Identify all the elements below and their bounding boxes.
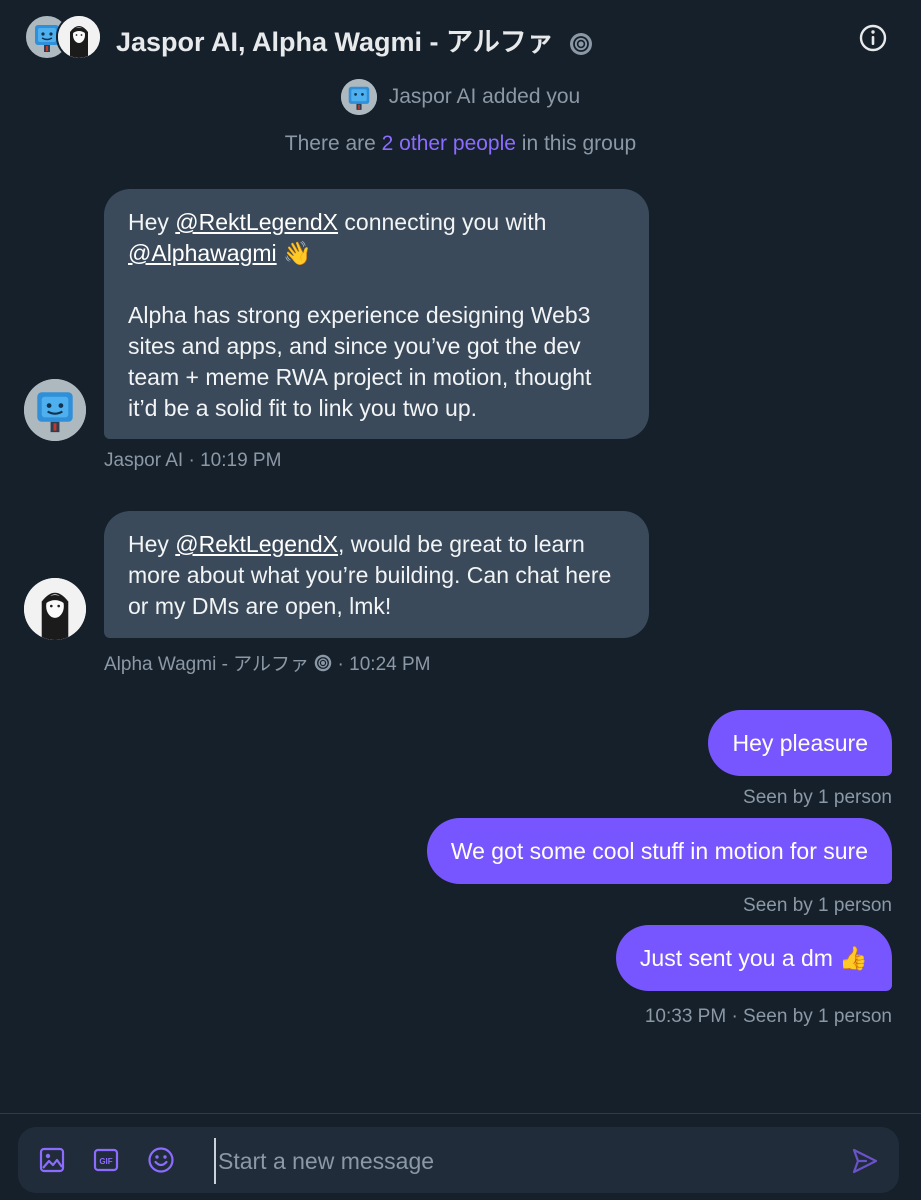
group-members-link[interactable]: 2 other people	[382, 132, 516, 155]
message-composer: GIF	[18, 1127, 899, 1193]
send-icon[interactable]	[850, 1146, 880, 1176]
verified-badge-icon	[314, 654, 332, 672]
jaspor-ai-message-avatar[interactable]	[24, 379, 86, 441]
conversation-title-text: Jaspor AI, Alpha Wagmi - アルファ	[116, 27, 554, 57]
verified-badge-icon	[569, 32, 593, 56]
mention-link[interactable]: @RektLegendX	[175, 531, 338, 557]
sender-name: Jaspor AI	[104, 450, 184, 471]
conversation-title: Jaspor AI, Alpha Wagmi - アルファ	[116, 20, 593, 59]
seen-status: 10:33 PM · Seen by 1 person	[644, 1006, 892, 1027]
message-bubble-incoming[interactable]: Hey @RektLegendX, would be great to lear…	[104, 511, 649, 638]
message-intro: Hey @RektLegendX connecting you with @Al…	[128, 207, 625, 269]
group-notice-prefix: There are	[284, 132, 382, 155]
mention-link[interactable]: @RektLegendX	[175, 209, 338, 235]
message-time: · 10:19 PM	[183, 450, 282, 471]
emoji-icon[interactable]	[147, 1146, 175, 1174]
message-body: Alpha has strong experience designing We…	[128, 302, 592, 421]
group-notice-suffix: in this group	[515, 132, 637, 155]
seen-status: Seen by 1 person	[743, 895, 892, 916]
jaspor-ai-small-avatar	[340, 79, 377, 115]
image-icon[interactable]	[38, 1146, 66, 1174]
message-text: connecting you with	[338, 209, 547, 235]
alpha-wagmi-avatar	[56, 14, 102, 60]
composer-divider	[0, 1113, 921, 1114]
added-notice: Jaspor AI added you	[0, 77, 921, 117]
group-members-notice: There are 2 other people in this group	[0, 132, 921, 156]
info-icon[interactable]	[858, 23, 888, 53]
message-bubble-incoming[interactable]: Hey @RektLegendX connecting you with @Al…	[104, 189, 649, 439]
gif-icon[interactable]: GIF	[92, 1146, 120, 1174]
message-text: Hey	[128, 209, 176, 235]
alpha-wagmi-message-avatar[interactable]	[24, 578, 86, 640]
message-meta: Alpha Wagmi - アルファ · 10:24 PM	[104, 649, 430, 676]
message-time: · 10:24 PM	[332, 654, 431, 675]
message-bubble-outgoing[interactable]: Hey pleasure	[708, 710, 892, 776]
mention-link[interactable]: @Alphawagmi	[128, 240, 277, 266]
sender-name: Alpha Wagmi - アルファ	[104, 654, 315, 675]
message-body: Hey @RektLegendX, would be great to lear…	[128, 529, 625, 622]
added-notice-text: Jaspor AI added you	[388, 85, 581, 108]
conversation-header: Jaspor AI, Alpha Wagmi - アルファ	[0, 0, 921, 80]
svg-text:GIF: GIF	[99, 1157, 112, 1166]
wave-emoji: 👋	[276, 240, 312, 266]
group-avatar-stack[interactable]	[24, 14, 104, 62]
message-meta: Jaspor AI · 10:19 PM	[104, 450, 281, 472]
seen-status: Seen by 1 person	[743, 787, 892, 808]
message-bubble-outgoing[interactable]: We got some cool stuff in motion for sur…	[426, 818, 892, 884]
message-text: Hey	[128, 531, 176, 557]
message-bubble-outgoing[interactable]: Just sent you a dm 👍	[615, 925, 892, 991]
message-input[interactable]	[214, 1138, 820, 1184]
dm-conversation-page: Jaspor AI, Alpha Wagmi - アルファ Jaspor AI …	[0, 0, 921, 1200]
